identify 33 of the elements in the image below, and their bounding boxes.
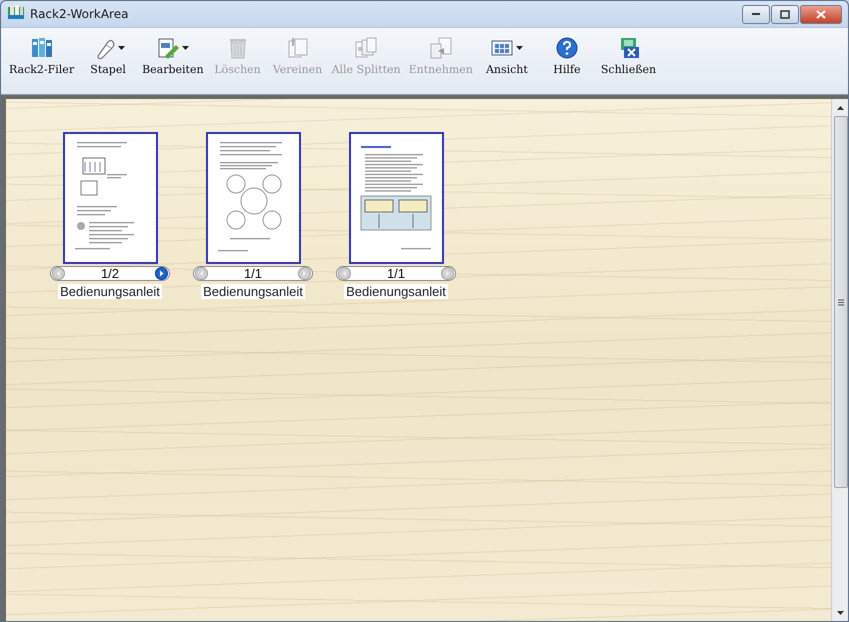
page-thumbnail[interactable] [348,132,444,264]
document-name: Bedienungsanleit [201,284,305,299]
help-icon [554,36,579,60]
toolbar-button[interactable]: Hilfe [536,32,597,80]
toolbar-button[interactable]: Bearbeiten [138,32,208,80]
page-thumbnail[interactable] [206,132,300,264]
toolbar-button[interactable]: Stapel [78,32,138,80]
page-number: 1/2 [100,267,120,280]
page-number: 1/1 [244,267,262,280]
toolbar-button[interactable]: Ansicht [476,32,537,80]
document-extract-icon [428,36,453,60]
up-arrow-icon [836,106,844,110]
window-title: Rack2-WorkArea [30,7,130,21]
toolbar-button[interactable]: Schließen [596,32,660,80]
maximize-button[interactable] [771,4,799,24]
binders-icon [30,36,54,60]
document-name: Bedienungsanleit [58,284,162,299]
page-number: 1/1 [386,267,406,280]
close-icon [814,8,828,20]
toolbar-button[interactable]: Rack2-Filer [5,32,78,80]
down-arrow-icon [836,610,844,614]
close-button[interactable] [800,4,842,24]
documents-clip-icon [286,36,310,60]
minimize-icon [752,13,760,15]
maximize-icon [778,8,792,20]
document-pencil-icon [156,36,180,60]
document-name: Bedienungsanleit [344,284,448,299]
documents-icon [354,36,378,60]
next-page-button[interactable] [154,267,168,280]
page-thumbnail[interactable] [62,132,158,264]
scrollbar-thumb[interactable] [834,116,848,488]
minimize-button[interactable] [742,4,770,24]
grip-icon [838,298,844,306]
